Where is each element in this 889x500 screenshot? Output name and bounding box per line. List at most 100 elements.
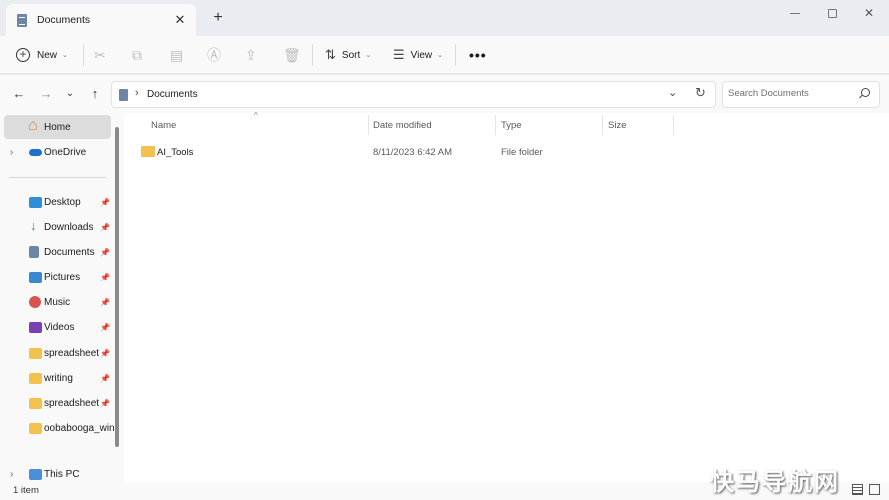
paste-button[interactable]: ▤	[170, 42, 183, 68]
title-bar: Documents ✕ + ✕	[0, 0, 889, 36]
pin-icon: 📌	[100, 297, 110, 307]
sidebar-item-spreadsheet-2[interactable]: spreadsheet 📌	[4, 391, 111, 415]
pin-icon: 📌	[100, 373, 110, 383]
pin-icon: 📌	[100, 272, 110, 282]
copy-button[interactable]: ⧉	[132, 42, 142, 68]
breadcrumb-documents[interactable]: Documents	[147, 89, 198, 100]
sidebar-item-home[interactable]: Home	[4, 115, 111, 139]
delete-button[interactable]: 🗑	[283, 42, 301, 68]
documents-icon	[17, 13, 27, 27]
chevron-right-icon[interactable]: ›	[10, 147, 13, 158]
sidebar-item-writing[interactable]: writing 📌	[4, 366, 111, 390]
trash-icon: 🗑	[283, 46, 301, 63]
close-window-button[interactable]: ✕	[854, 4, 884, 22]
sidebar-item-oobabooga[interactable]: oobabooga_win	[4, 416, 115, 440]
minimize-icon	[790, 13, 800, 15]
address-bar[interactable]: › Documents ⌄ ↻	[111, 81, 716, 108]
column-divider[interactable]	[368, 115, 369, 135]
sort-button[interactable]: ⇅ Sort ⌄	[325, 42, 371, 68]
divider	[83, 44, 84, 66]
recent-locations-button[interactable]: ⌄	[61, 85, 79, 103]
search-icon[interactable]	[861, 88, 870, 97]
address-history-dropdown[interactable]: ⌄	[668, 86, 677, 99]
scissors-icon: ✂	[94, 46, 106, 63]
sidebar-item-desktop[interactable]: Desktop 📌	[4, 190, 111, 214]
column-divider[interactable]	[602, 115, 603, 135]
chevron-down-icon: ⌄	[62, 52, 68, 59]
column-divider[interactable]	[673, 115, 674, 135]
maximize-button[interactable]	[817, 4, 847, 22]
sidebar-item-label: Documents	[44, 246, 95, 258]
sidebar-item-label: oobabooga_win	[44, 422, 115, 434]
sidebar-item-label: Music	[44, 296, 71, 308]
new-button[interactable]: + New ⌄	[16, 42, 68, 68]
sidebar-item-music[interactable]: Music 📌	[4, 290, 111, 314]
close-tab-button[interactable]: ✕	[172, 12, 188, 28]
file-type: File folder	[501, 146, 543, 158]
column-header-type[interactable]: Type	[501, 113, 603, 138]
refresh-button[interactable]: ↻	[695, 85, 706, 101]
address-row: ← → ⌄ ↑ › Documents ⌄ ↻	[0, 75, 889, 113]
pin-icon: 📌	[100, 197, 110, 207]
chevron-right-icon[interactable]: ›	[135, 87, 139, 99]
column-divider[interactable]	[495, 115, 496, 135]
sidebar-item-pictures[interactable]: Pictures 📌	[4, 265, 111, 289]
maximize-icon	[827, 9, 837, 19]
sidebar-item-label: Downloads	[44, 221, 94, 233]
column-header-name[interactable]: Name	[151, 113, 369, 138]
search-box[interactable]	[722, 81, 880, 108]
sidebar-scrollbar[interactable]	[115, 127, 119, 447]
chevron-right-icon[interactable]: ›	[10, 469, 13, 480]
tab-documents[interactable]: Documents ✕	[6, 4, 196, 36]
sidebar-item-label: Desktop	[44, 196, 81, 208]
sidebar-item-label: spreadsheet	[44, 347, 100, 359]
copy-icon: ⧉	[132, 46, 142, 63]
sort-icon: ⇅	[325, 47, 336, 62]
navigation-pane: Home › OneDrive Desktop 📌 Downloads 📌 Do…	[0, 113, 124, 482]
divider	[9, 177, 106, 178]
pictures-icon	[29, 271, 42, 283]
downloads-icon	[29, 218, 42, 233]
pin-icon: 📌	[100, 322, 110, 332]
sidebar-item-label: Pictures	[44, 271, 81, 283]
sidebar-item-downloads[interactable]: Downloads 📌	[4, 215, 111, 239]
rename-icon: Ⓐ	[207, 47, 221, 63]
sidebar-item-this-pc[interactable]: › This PC	[4, 467, 111, 481]
folder-icon	[141, 146, 155, 157]
tab-title: Documents	[37, 14, 91, 26]
column-header-size[interactable]: Size	[608, 113, 672, 138]
home-icon	[28, 117, 42, 135]
onedrive-icon	[29, 149, 42, 156]
new-tab-button[interactable]: +	[209, 9, 227, 27]
watermark: 快马导航网	[710, 469, 840, 496]
clipboard-icon: ▤	[170, 46, 184, 63]
up-button[interactable]: ↑	[86, 85, 104, 103]
command-bar: + New ⌄ ✂ ⧉ ▤ Ⓐ ⇪ 🗑 ⇅ Sort ⌄ ☰ View ⌄ ••…	[0, 36, 889, 74]
computer-icon	[29, 468, 42, 480]
sidebar-item-label: This PC	[44, 468, 80, 480]
details-view-icon[interactable]	[852, 484, 863, 495]
forward-button[interactable]: →	[37, 85, 55, 103]
sidebar-item-label: OneDrive	[44, 146, 87, 158]
sidebar-item-onedrive[interactable]: › OneDrive	[4, 140, 111, 164]
search-input[interactable]	[728, 88, 856, 99]
item-count: 1 item	[13, 485, 39, 496]
table-row[interactable]: AI_Tools 8/11/2023 6:42 AM File folder	[141, 141, 681, 163]
new-label: New	[37, 49, 58, 61]
view-icon: ☰	[393, 47, 405, 62]
more-options-button[interactable]: •••	[469, 42, 487, 68]
view-button[interactable]: ☰ View ⌄	[393, 42, 443, 68]
tiles-view-icon[interactable]	[869, 484, 880, 495]
sidebar-item-videos[interactable]: Videos 📌	[4, 315, 111, 339]
folder-icon	[29, 347, 42, 359]
cut-button[interactable]: ✂	[94, 42, 106, 68]
share-button[interactable]: ⇪	[245, 42, 257, 68]
desktop-icon	[29, 196, 42, 208]
sidebar-item-spreadsheet[interactable]: spreadsheet 📌	[4, 341, 111, 365]
column-header-date[interactable]: Date modified	[373, 113, 495, 138]
rename-button[interactable]: Ⓐ	[207, 42, 221, 68]
documents-icon	[119, 89, 128, 101]
sidebar-item-documents[interactable]: Documents 📌	[4, 240, 111, 264]
minimize-button[interactable]	[780, 4, 810, 22]
back-button[interactable]: ←	[10, 85, 28, 103]
